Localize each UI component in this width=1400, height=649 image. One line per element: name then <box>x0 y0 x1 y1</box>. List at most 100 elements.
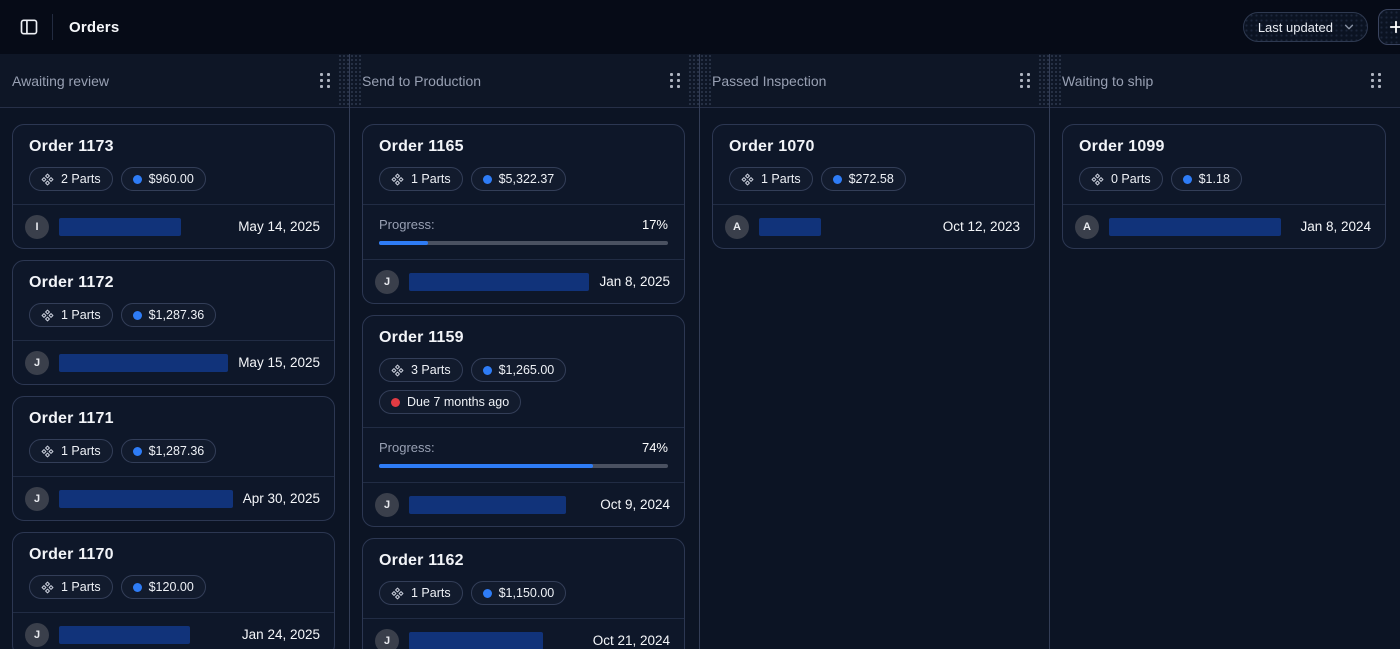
board: Awaiting review Order 1173 2 Parts <box>0 54 1400 649</box>
blue-dot-icon <box>483 589 492 598</box>
topbar-divider <box>52 14 53 40</box>
order-card[interactable]: Order 1170 1 Parts $120.00 <box>12 532 335 649</box>
component-icon <box>41 581 54 594</box>
grip-dots-icon[interactable] <box>319 72 331 89</box>
card-header: Order 1165 1 Parts $5,322.3 <box>363 125 684 204</box>
progress-bar-track <box>379 241 668 245</box>
parts-badge-label: 1 Parts <box>61 580 101 594</box>
order-title: Order 1099 <box>1079 138 1369 156</box>
avatar: J <box>375 629 399 649</box>
parts-badge-label: 1 Parts <box>411 172 451 186</box>
badge-row: 3 Parts $1,265.00 Due 7 months ago <box>379 358 668 414</box>
progress-value: 17% <box>642 217 668 232</box>
panel-left-icon <box>19 17 39 37</box>
card-date: Jan 8, 2024 <box>1300 219 1371 234</box>
order-card[interactable]: Order 1165 1 Parts $5,322.3 <box>362 124 685 304</box>
due-badge-label: Due 7 months ago <box>407 395 509 409</box>
price-badge-label: $1,265.00 <box>499 363 555 377</box>
card-date: Jan 24, 2025 <box>242 627 320 642</box>
column-title: Send to Production <box>362 73 481 89</box>
assignee-name-bar <box>59 354 228 372</box>
card-footer: I May 14, 2025 <box>13 204 334 248</box>
order-title: Order 1162 <box>379 552 668 570</box>
component-icon <box>741 173 754 186</box>
order-title: Order 1159 <box>379 329 668 347</box>
card-footer: A Oct 12, 2023 <box>713 204 1034 248</box>
grip-dots-icon[interactable] <box>669 72 681 89</box>
blue-dot-icon <box>133 583 142 592</box>
parts-badge: 0 Parts <box>1079 167 1163 191</box>
board-column: Passed Inspection Order 1070 1 Part <box>700 54 1050 649</box>
avatar: A <box>1075 215 1099 239</box>
card-header: Order 1171 1 Parts $1,287.3 <box>13 397 334 476</box>
card-footer: J Jan 8, 2025 <box>363 259 684 303</box>
card-footer: J Oct 9, 2024 <box>363 482 684 526</box>
progress-value: 74% <box>642 440 668 455</box>
column-header: Waiting to ship <box>1050 54 1400 108</box>
order-card[interactable]: Order 1172 1 Parts $1,287.3 <box>12 260 335 385</box>
progress-row: Progress: 74% <box>379 440 668 455</box>
component-icon <box>41 173 54 186</box>
avatar: A <box>725 215 749 239</box>
parts-badge-label: 3 Parts <box>411 363 451 377</box>
topbar: Orders Last updated <box>0 0 1400 54</box>
progress-bar-fill <box>379 464 593 468</box>
price-badge-label: $1,150.00 <box>499 586 555 600</box>
card-footer: J Apr 30, 2025 <box>13 476 334 520</box>
badge-row: 1 Parts $120.00 <box>29 575 318 599</box>
parts-badge-label: 1 Parts <box>761 172 801 186</box>
card-header: Order 1070 1 Parts $272.58 <box>713 125 1034 204</box>
parts-badge-label: 2 Parts <box>61 172 101 186</box>
price-badge: $1,150.00 <box>471 581 567 605</box>
sort-dropdown-label: Last updated <box>1258 20 1333 35</box>
board-column: Waiting to ship Order 1099 0 Parts <box>1050 54 1400 649</box>
order-card[interactable]: Order 1173 2 Parts $960.00 <box>12 124 335 249</box>
progress-row: Progress: 17% <box>379 217 668 232</box>
parts-badge: 1 Parts <box>29 439 113 463</box>
column-header: Passed Inspection <box>700 54 1049 108</box>
progress-label: Progress: <box>379 440 435 455</box>
badge-row: 1 Parts $1,287.36 <box>29 439 318 463</box>
order-card[interactable]: Order 1070 1 Parts $272.58 <box>712 124 1035 249</box>
blue-dot-icon <box>483 366 492 375</box>
order-card[interactable]: Order 1159 3 Parts $1,265.0 <box>362 315 685 527</box>
badge-row: 1 Parts $1,287.36 <box>29 303 318 327</box>
sort-dropdown[interactable]: Last updated <box>1243 12 1368 42</box>
parts-badge: 1 Parts <box>29 575 113 599</box>
card-list: Order 1165 1 Parts $5,322.3 <box>350 108 699 649</box>
parts-badge-label: 0 Parts <box>1111 172 1151 186</box>
parts-badge-label: 1 Parts <box>61 308 101 322</box>
parts-badge: 1 Parts <box>379 167 463 191</box>
card-footer: J Jan 24, 2025 <box>13 612 334 649</box>
order-title: Order 1170 <box>29 546 318 564</box>
badge-row: 0 Parts $1.18 <box>1079 167 1369 191</box>
progress-bar-fill <box>379 241 428 245</box>
assignee-name-bar <box>409 273 589 291</box>
order-card[interactable]: Order 1162 1 Parts $1,150.0 <box>362 538 685 649</box>
order-card[interactable]: Order 1171 1 Parts $1,287.3 <box>12 396 335 521</box>
component-icon <box>391 587 404 600</box>
progress-section: Progress: 17% <box>363 204 684 259</box>
column-header: Send to Production <box>350 54 699 108</box>
sidebar-toggle-button[interactable] <box>12 10 46 44</box>
grip-dots-icon[interactable] <box>1370 72 1382 89</box>
red-dot-icon <box>391 398 400 407</box>
due-badge: Due 7 months ago <box>379 390 521 414</box>
card-date: May 14, 2025 <box>238 219 320 234</box>
order-title: Order 1173 <box>29 138 318 156</box>
column-title: Awaiting review <box>12 73 109 89</box>
topbar-actions: Last updated <box>1243 9 1388 45</box>
order-card[interactable]: Order 1099 0 Parts $1.18 <box>1062 124 1386 249</box>
assignee-name-bar <box>59 218 181 236</box>
add-order-button[interactable] <box>1378 9 1400 45</box>
parts-badge: 1 Parts <box>729 167 813 191</box>
avatar: J <box>25 351 49 375</box>
price-badge: $960.00 <box>121 167 206 191</box>
page-title: Orders <box>69 19 119 36</box>
column-title: Passed Inspection <box>712 73 826 89</box>
grip-dots-icon[interactable] <box>1019 72 1031 89</box>
parts-badge: 1 Parts <box>379 581 463 605</box>
parts-badge: 3 Parts <box>379 358 463 382</box>
avatar: J <box>25 487 49 511</box>
assignee-name-bar <box>59 490 233 508</box>
